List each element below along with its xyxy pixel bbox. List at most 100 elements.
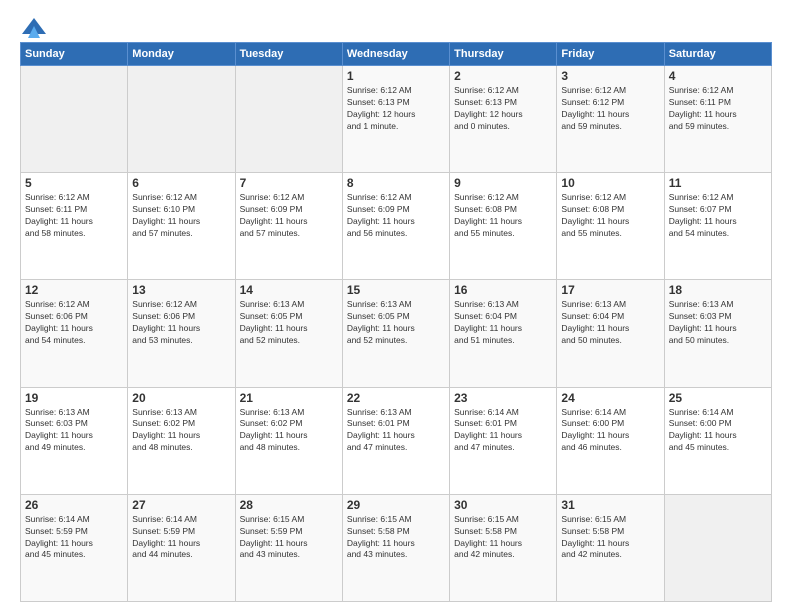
day-number: 8 [347, 176, 445, 190]
calendar-body: 1 Sunrise: 6:12 AMSunset: 6:13 PMDaylight… [21, 66, 772, 602]
day-info: Sunrise: 6:12 AMSunset: 6:11 PMDaylight:… [25, 192, 123, 240]
calendar-cell: 29 Sunrise: 6:15 AMSunset: 5:58 PMDayligh… [342, 494, 449, 601]
day-info: Sunrise: 6:14 AMSunset: 5:59 PMDaylight:… [25, 514, 123, 562]
day-number: 16 [454, 283, 552, 297]
day-info: Sunrise: 6:14 AMSunset: 6:00 PMDaylight:… [669, 407, 767, 455]
logo-text [20, 18, 46, 38]
day-number: 13 [132, 283, 230, 297]
calendar-cell: 31Sunrise: 6:15 AMSunset: 5:58 PMDayligh… [557, 494, 664, 601]
weekday-row: SundayMondayTuesdayWednesdayThursdayFrid… [21, 43, 772, 66]
day-number: 12 [25, 283, 123, 297]
day-number: 30 [454, 498, 552, 512]
day-number: 17 [561, 283, 659, 297]
weekday-saturday: Saturday [664, 43, 771, 66]
calendar-cell: 13 Sunrise: 6:12 AMSunset: 6:06 PMDayligh… [128, 280, 235, 387]
calendar-cell [235, 66, 342, 173]
day-info: Sunrise: 6:12 AMSunset: 6:10 PMDaylight:… [132, 192, 230, 240]
calendar-cell: 18 Sunrise: 6:13 AMSunset: 6:03 PMDayligh… [664, 280, 771, 387]
day-number: 14 [240, 283, 338, 297]
day-info: Sunrise: 6:15 AMSunset: 5:58 PMDaylight:… [454, 514, 552, 562]
day-number: 15 [347, 283, 445, 297]
weekday-friday: Friday [557, 43, 664, 66]
calendar-cell: 15Sunrise: 6:13 AMSunset: 6:05 PMDayligh… [342, 280, 449, 387]
weekday-thursday: Thursday [450, 43, 557, 66]
day-info: Sunrise: 6:13 AMSunset: 6:02 PMDaylight:… [240, 407, 338, 455]
calendar-cell: 7 Sunrise: 6:12 AMSunset: 6:09 PMDaylight… [235, 173, 342, 280]
day-number: 6 [132, 176, 230, 190]
day-info: Sunrise: 6:15 AMSunset: 5:58 PMDaylight:… [347, 514, 445, 562]
day-number: 11 [669, 176, 767, 190]
day-number: 18 [669, 283, 767, 297]
calendar-cell: 22Sunrise: 6:13 AMSunset: 6:01 PMDayligh… [342, 387, 449, 494]
day-info: Sunrise: 6:13 AMSunset: 6:05 PMDaylight:… [240, 299, 338, 347]
day-number: 21 [240, 391, 338, 405]
calendar-cell: 21 Sunrise: 6:13 AMSunset: 6:02 PMDayligh… [235, 387, 342, 494]
day-number: 19 [25, 391, 123, 405]
day-number: 29 [347, 498, 445, 512]
logo-icon [22, 18, 46, 38]
calendar-cell: 24 Sunrise: 6:14 AMSunset: 6:00 PMDayligh… [557, 387, 664, 494]
calendar-cell: 16Sunrise: 6:13 AMSunset: 6:04 PMDayligh… [450, 280, 557, 387]
day-number: 9 [454, 176, 552, 190]
calendar-cell [664, 494, 771, 601]
day-info: Sunrise: 6:12 AMSunset: 6:08 PMDaylight:… [454, 192, 552, 240]
calendar-cell: 4 Sunrise: 6:12 AMSunset: 6:11 PMDaylight… [664, 66, 771, 173]
day-number: 4 [669, 69, 767, 83]
calendar-cell: 10 Sunrise: 6:12 AMSunset: 6:08 PMDayligh… [557, 173, 664, 280]
calendar-cell: 17 Sunrise: 6:13 AMSunset: 6:04 PMDayligh… [557, 280, 664, 387]
day-number: 3 [561, 69, 659, 83]
week-row-1: 5Sunrise: 6:12 AMSunset: 6:11 PMDaylight… [21, 173, 772, 280]
calendar-cell: 9 Sunrise: 6:12 AMSunset: 6:08 PMDaylight… [450, 173, 557, 280]
week-row-2: 12 Sunrise: 6:12 AMSunset: 6:06 PMDayligh… [21, 280, 772, 387]
calendar-cell: 2 Sunrise: 6:12 AMSunset: 6:13 PMDaylight… [450, 66, 557, 173]
calendar-cell: 11 Sunrise: 6:12 AMSunset: 6:07 PMDayligh… [664, 173, 771, 280]
day-number: 25 [669, 391, 767, 405]
day-info: Sunrise: 6:12 AMSunset: 6:08 PMDaylight:… [561, 192, 659, 240]
calendar-cell: 1 Sunrise: 6:12 AMSunset: 6:13 PMDaylight… [342, 66, 449, 173]
day-info: Sunrise: 6:12 AMSunset: 6:09 PMDaylight:… [347, 192, 445, 240]
day-info: Sunrise: 6:14 AMSunset: 6:00 PMDaylight:… [561, 407, 659, 455]
calendar-cell: 25 Sunrise: 6:14 AMSunset: 6:00 PMDayligh… [664, 387, 771, 494]
week-row-3: 19Sunrise: 6:13 AMSunset: 6:03 PMDayligh… [21, 387, 772, 494]
calendar-cell: 19Sunrise: 6:13 AMSunset: 6:03 PMDayligh… [21, 387, 128, 494]
day-number: 2 [454, 69, 552, 83]
day-number: 28 [240, 498, 338, 512]
day-info: Sunrise: 6:14 AMSunset: 5:59 PMDaylight:… [132, 514, 230, 562]
calendar-cell: 3 Sunrise: 6:12 AMSunset: 6:12 PMDaylight… [557, 66, 664, 173]
week-row-4: 26 Sunrise: 6:14 AMSunset: 5:59 PMDayligh… [21, 494, 772, 601]
logo [20, 18, 46, 34]
day-info: Sunrise: 6:13 AMSunset: 6:01 PMDaylight:… [347, 407, 445, 455]
calendar-cell: 27 Sunrise: 6:14 AMSunset: 5:59 PMDayligh… [128, 494, 235, 601]
day-info: Sunrise: 6:12 AMSunset: 6:11 PMDaylight:… [669, 85, 767, 133]
day-number: 26 [25, 498, 123, 512]
calendar-cell: 23Sunrise: 6:14 AMSunset: 6:01 PMDayligh… [450, 387, 557, 494]
weekday-tuesday: Tuesday [235, 43, 342, 66]
day-info: Sunrise: 6:12 AMSunset: 6:13 PMDaylight:… [347, 85, 445, 133]
day-info: Sunrise: 6:12 AMSunset: 6:06 PMDaylight:… [25, 299, 123, 347]
calendar-header: SundayMondayTuesdayWednesdayThursdayFrid… [21, 43, 772, 66]
calendar-cell: 30 Sunrise: 6:15 AMSunset: 5:58 PMDayligh… [450, 494, 557, 601]
day-info: Sunrise: 6:14 AMSunset: 6:01 PMDaylight:… [454, 407, 552, 455]
day-number: 24 [561, 391, 659, 405]
page: SundayMondayTuesdayWednesdayThursdayFrid… [0, 0, 792, 612]
day-info: Sunrise: 6:12 AMSunset: 6:13 PMDaylight:… [454, 85, 552, 133]
calendar-cell: 20Sunrise: 6:13 AMSunset: 6:02 PMDayligh… [128, 387, 235, 494]
weekday-sunday: Sunday [21, 43, 128, 66]
day-info: Sunrise: 6:12 AMSunset: 6:12 PMDaylight:… [561, 85, 659, 133]
calendar-cell: 12 Sunrise: 6:12 AMSunset: 6:06 PMDayligh… [21, 280, 128, 387]
calendar-cell [128, 66, 235, 173]
day-info: Sunrise: 6:15 AMSunset: 5:58 PMDaylight:… [561, 514, 659, 562]
calendar-table: SundayMondayTuesdayWednesdayThursdayFrid… [20, 42, 772, 602]
calendar-cell [21, 66, 128, 173]
header [20, 18, 772, 34]
day-number: 27 [132, 498, 230, 512]
day-info: Sunrise: 6:13 AMSunset: 6:04 PMDaylight:… [561, 299, 659, 347]
day-info: Sunrise: 6:12 AMSunset: 6:06 PMDaylight:… [132, 299, 230, 347]
day-number: 10 [561, 176, 659, 190]
day-number: 7 [240, 176, 338, 190]
day-info: Sunrise: 6:13 AMSunset: 6:03 PMDaylight:… [669, 299, 767, 347]
day-info: Sunrise: 6:12 AMSunset: 6:07 PMDaylight:… [669, 192, 767, 240]
day-info: Sunrise: 6:12 AMSunset: 6:09 PMDaylight:… [240, 192, 338, 240]
day-number: 1 [347, 69, 445, 83]
calendar-cell: 14 Sunrise: 6:13 AMSunset: 6:05 PMDayligh… [235, 280, 342, 387]
